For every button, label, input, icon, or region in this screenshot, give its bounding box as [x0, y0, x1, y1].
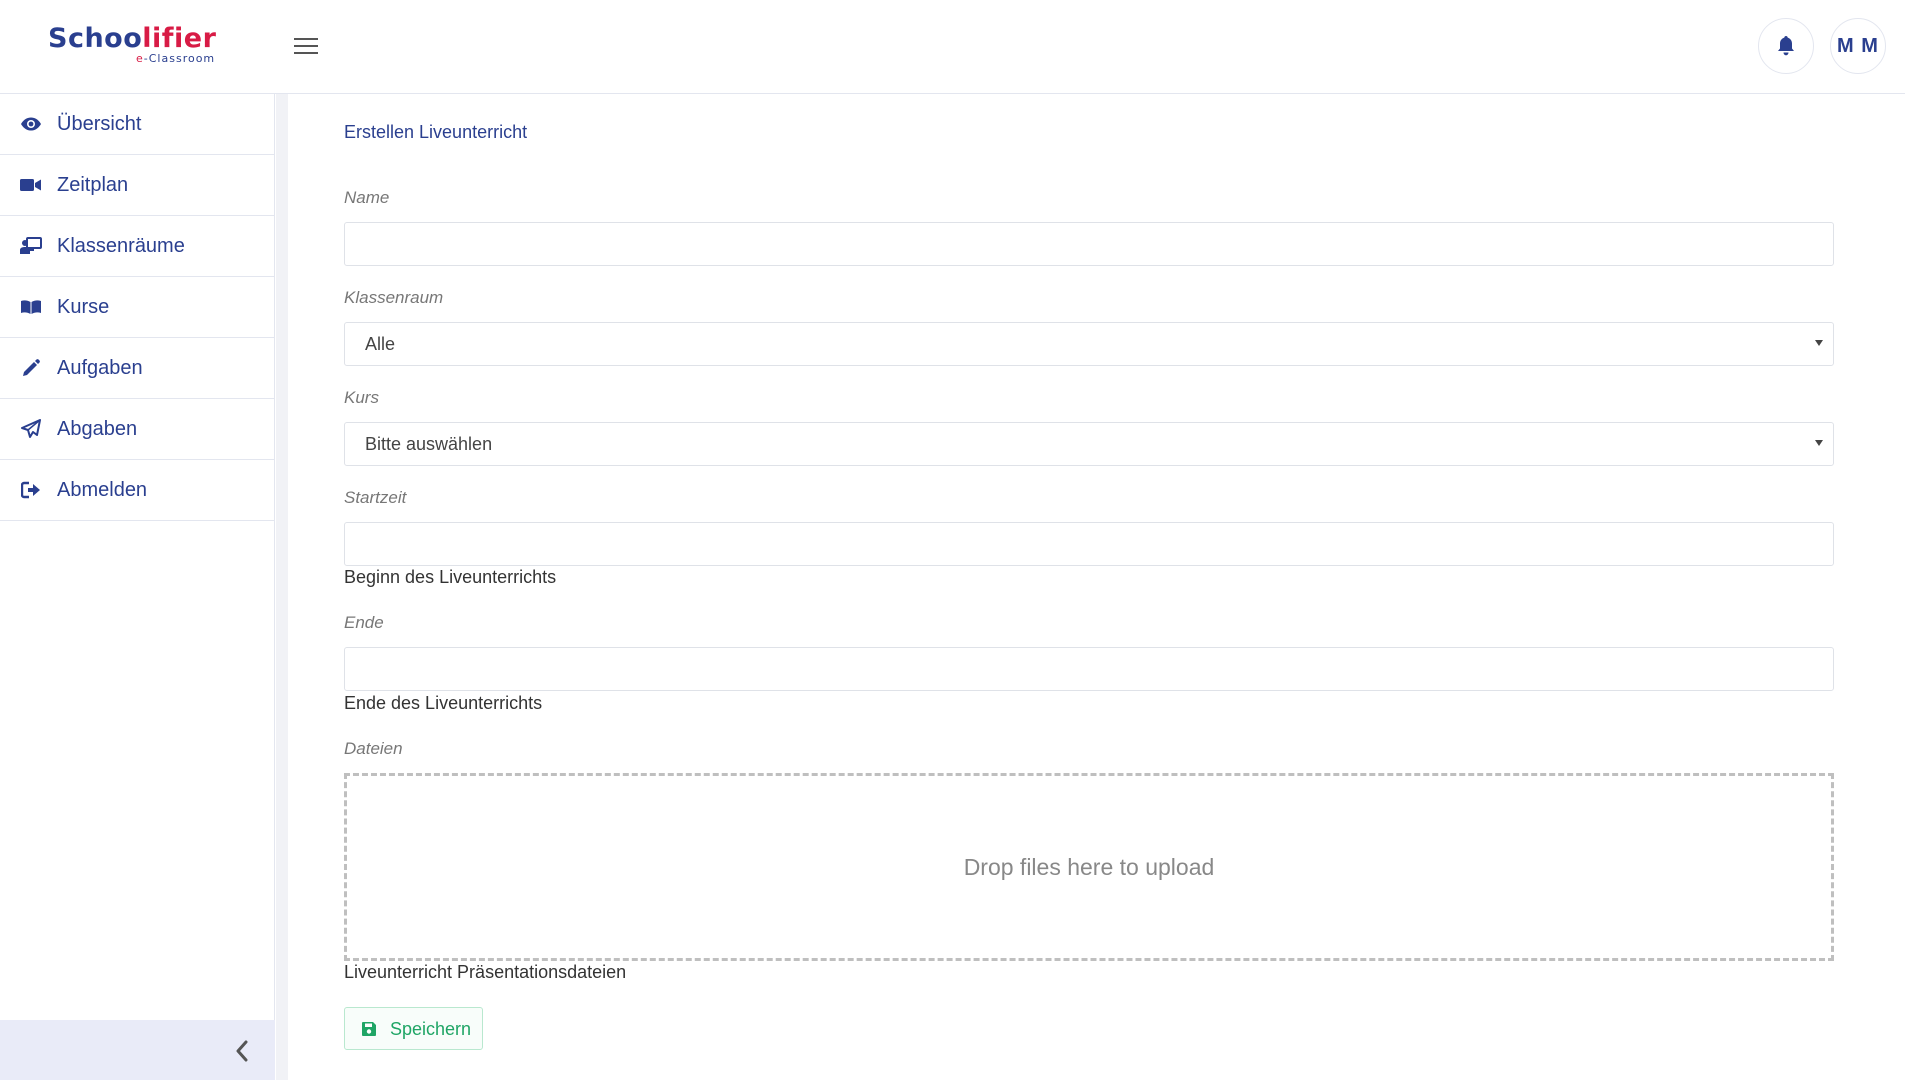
pencil-icon — [20, 358, 42, 378]
brand-logo[interactable]: Schoolifier e-Classroom — [48, 24, 230, 68]
sidebar-item-uebersicht[interactable]: Übersicht — [0, 94, 274, 155]
brand-name: Schoolifier — [48, 23, 217, 54]
main-content: Erstellen Liveunterricht Name Klassenrau… — [288, 94, 1905, 1080]
sidebar-item-klassenraeume[interactable]: Klassenräume — [0, 216, 274, 277]
book-icon — [20, 297, 42, 317]
end-time-label: Ende — [344, 613, 384, 632]
sidebar-item-label: Aufgaben — [57, 356, 143, 379]
caret-down-icon — [1815, 440, 1823, 446]
notifications-button[interactable] — [1758, 18, 1814, 74]
course-selected-value: Bitte auswählen — [365, 434, 493, 454]
sidebar-item-kurse[interactable]: Kurse — [0, 277, 274, 338]
brand-tagline: e-Classroom — [136, 52, 216, 65]
user-avatar-button[interactable]: M M — [1830, 18, 1886, 74]
paper-plane-icon — [20, 419, 42, 439]
caret-down-icon — [1815, 340, 1823, 346]
top-bar: Schoolifier e-Classroom M M — [0, 0, 1905, 94]
sidebar-item-zeitplan[interactable]: Zeitplan — [0, 155, 274, 216]
file-dropzone[interactable]: Drop files here to upload — [344, 773, 1834, 961]
save-button-label: Speichern — [390, 1019, 472, 1039]
hamburger-icon-bar — [294, 45, 318, 47]
classroom-select[interactable]: Alle — [344, 322, 1834, 366]
sign-out-icon — [20, 480, 42, 500]
sidebar-item-label: Kurse — [57, 295, 110, 318]
sidebar-item-label: Abmelden — [57, 478, 148, 501]
name-input[interactable] — [344, 222, 1834, 266]
video-camera-icon — [20, 175, 42, 195]
floppy-disk-icon — [362, 1022, 376, 1036]
end-time-help: Ende des Liveunterrichts — [344, 693, 543, 713]
sidebar-item-label: Klassenräume — [57, 234, 185, 257]
sidebar-item-label: Abgaben — [57, 417, 138, 440]
sidebar-collapse-button[interactable] — [0, 1020, 275, 1080]
name-label: Name — [344, 188, 390, 207]
content-gutter — [276, 94, 288, 1080]
hamburger-icon-bar — [294, 52, 318, 54]
sidebar-item-abmelden[interactable]: Abmelden — [0, 460, 274, 521]
classroom-selected-value: Alle — [365, 334, 396, 354]
save-button[interactable]: Speichern — [344, 1007, 483, 1050]
start-time-input[interactable] — [344, 522, 1834, 566]
avatar-initials: M M — [1837, 34, 1879, 57]
eye-icon — [20, 114, 42, 134]
course-select[interactable]: Bitte auswählen — [344, 422, 1834, 466]
chevron-left-icon — [236, 1040, 248, 1062]
sidebar-item-label: Übersicht — [57, 112, 142, 135]
bell-icon — [1778, 36, 1794, 56]
sidebar: Übersicht Zeitplan Klassenräume Kurse Au… — [0, 94, 275, 1080]
start-time-label: Startzeit — [344, 488, 407, 507]
dropzone-message: Drop files here to upload — [963, 853, 1215, 880]
menu-toggle-button[interactable] — [292, 34, 320, 58]
files-help: Liveunterricht Präsentationsdateien — [344, 962, 627, 982]
files-label: Dateien — [344, 739, 403, 758]
start-time-help: Beginn des Liveunterrichts — [344, 567, 557, 587]
sidebar-item-label: Zeitplan — [57, 173, 129, 196]
page-title: Erstellen Liveunterricht — [344, 122, 528, 142]
classroom-teacher-icon — [20, 236, 42, 256]
classroom-label: Klassenraum — [344, 288, 444, 307]
sidebar-item-aufgaben[interactable]: Aufgaben — [0, 338, 274, 399]
sidebar-item-abgaben[interactable]: Abgaben — [0, 399, 274, 460]
course-label: Kurs — [344, 388, 379, 407]
hamburger-icon — [294, 38, 318, 40]
end-time-input[interactable] — [344, 647, 1834, 691]
